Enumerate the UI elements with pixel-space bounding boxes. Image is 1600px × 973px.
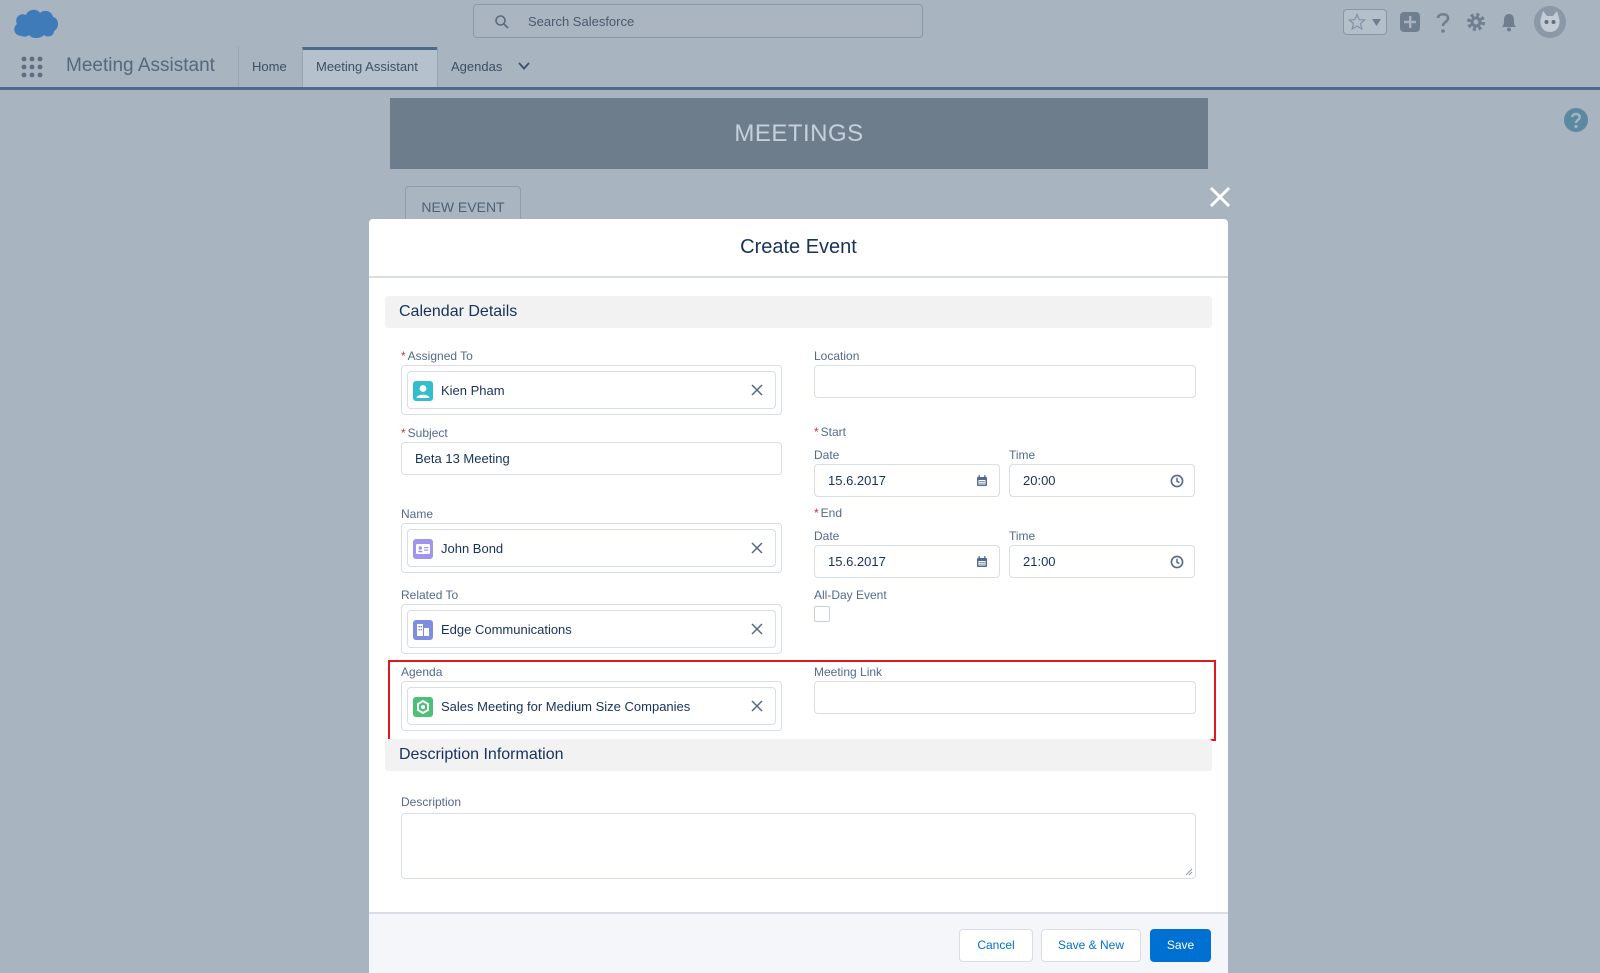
assigned-to-lookup[interactable]: Kien Pham [401, 365, 782, 415]
required-marker: * [814, 425, 819, 439]
start-label: * Start [814, 425, 846, 439]
calendar-icon[interactable] [975, 474, 989, 488]
meetings-banner: MEETINGS [390, 98, 1208, 169]
related-to-lookup[interactable]: Edge Communications [401, 604, 782, 654]
tab-label: Home [252, 59, 287, 74]
agenda-label: Agenda [401, 665, 443, 679]
name-label: Name [401, 507, 434, 521]
section-description-information: Description Information [385, 739, 1212, 771]
meeting-link-input[interactable] [814, 681, 1196, 714]
chevron-down-icon [1372, 19, 1381, 26]
required-marker: * [401, 426, 406, 440]
modal-footer: Cancel Save & New Save [369, 912, 1228, 973]
remove-icon[interactable] [749, 621, 765, 637]
gear-icon[interactable] [1464, 10, 1488, 34]
label-text: End [820, 506, 843, 520]
required-marker: * [814, 506, 819, 520]
tab-label: Meeting Assistant [316, 59, 418, 74]
section-calendar-details: Calendar Details [385, 296, 1212, 328]
cancel-button[interactable]: Cancel [959, 929, 1033, 962]
agenda-icon [413, 697, 433, 717]
required-marker: * [401, 349, 406, 363]
agenda-lookup[interactable]: Sales Meeting for Medium Size Companies [401, 681, 782, 731]
notification-bell-icon[interactable] [1497, 10, 1521, 34]
description-label: Description [401, 795, 462, 809]
start-date-input[interactable]: 15.6.2017 [814, 464, 1000, 497]
clock-icon[interactable] [1170, 555, 1184, 569]
related-to-label: Related To [401, 588, 459, 602]
pill-label: Kien Pham [441, 383, 505, 398]
subject-input[interactable]: Beta 13 Meeting [401, 442, 782, 475]
name-lookup[interactable]: John Bond [401, 523, 782, 573]
global-header: Search Salesforce [0, 0, 1600, 46]
subject-label: * Subject [401, 426, 448, 440]
tab-label: Agendas [451, 59, 503, 74]
close-icon[interactable] [1207, 184, 1233, 210]
start-time-value: 20:00 [1023, 473, 1056, 488]
chevron-down-icon[interactable] [518, 61, 530, 71]
start-time-input[interactable]: 20:00 [1009, 464, 1195, 497]
start-date-label: Date [814, 448, 840, 462]
plus-icon[interactable] [1398, 10, 1422, 34]
label-text: Subject [407, 426, 448, 440]
tab-agendas[interactable]: Agendas [437, 47, 537, 87]
clock-icon[interactable] [1170, 474, 1184, 488]
tab-meeting-assistant[interactable]: Meeting Assistant [302, 47, 437, 87]
calendar-icon[interactable] [975, 555, 989, 569]
search-input[interactable]: Search Salesforce [528, 14, 634, 29]
meeting-link-label: Meeting Link [814, 665, 883, 679]
all-day-checkbox[interactable] [814, 606, 830, 622]
account-icon [413, 620, 433, 640]
end-date-input[interactable]: 15.6.2017 [814, 545, 1000, 578]
end-time-value: 21:00 [1023, 554, 1056, 569]
remove-icon[interactable] [749, 540, 765, 556]
location-input[interactable] [814, 365, 1196, 398]
modal-title: Create Event [369, 219, 1228, 278]
favorites-button[interactable] [1343, 9, 1387, 35]
star-icon [1348, 13, 1366, 31]
app-name: Meeting Assistant [66, 55, 215, 76]
global-search[interactable]: Search Salesforce [473, 4, 923, 38]
pill-label: John Bond [441, 541, 504, 556]
location-label: Location [814, 349, 860, 363]
pill-label: Edge Communications [441, 622, 572, 637]
end-date-label: Date [814, 529, 840, 543]
end-time-input[interactable]: 21:00 [1009, 545, 1195, 578]
search-icon [495, 15, 509, 29]
start-time-label: Time [1009, 448, 1036, 462]
remove-icon[interactable] [749, 382, 765, 398]
resize-handle-icon[interactable] [1185, 868, 1193, 876]
label-text: Start [820, 425, 847, 439]
user-avatar[interactable] [1534, 6, 1566, 38]
end-label: * End [814, 506, 842, 520]
label-text: Assigned To [407, 349, 473, 363]
assigned-to-pill[interactable]: Kien Pham [407, 371, 776, 409]
description-textarea[interactable] [401, 813, 1196, 879]
help-circle-icon[interactable] [1563, 107, 1589, 133]
start-date-value: 15.6.2017 [828, 473, 886, 488]
save-button[interactable]: Save [1150, 929, 1211, 962]
avatar-icon [1534, 6, 1566, 38]
app-navigation-bar: Meeting Assistant Home Meeting Assistant… [0, 47, 1600, 90]
tab-home[interactable]: Home [238, 47, 302, 87]
save-and-new-button[interactable]: Save & New [1041, 929, 1141, 962]
name-pill[interactable]: John Bond [407, 529, 776, 567]
create-event-modal: Create Event Calendar Details * Assigned … [369, 219, 1228, 973]
contact-icon [413, 539, 433, 559]
assigned-to-label: * Assigned To [401, 349, 473, 363]
end-date-value: 15.6.2017 [828, 554, 886, 569]
all-day-label: All-Day Event [814, 588, 887, 602]
agenda-pill[interactable]: Sales Meeting for Medium Size Companies [407, 687, 776, 725]
pill-label: Sales Meeting for Medium Size Companies [441, 699, 691, 714]
help-icon[interactable] [1431, 10, 1455, 34]
end-time-label: Time [1009, 529, 1036, 543]
related-to-pill[interactable]: Edge Communications [407, 610, 776, 648]
remove-icon[interactable] [749, 698, 765, 714]
user-icon [413, 381, 433, 401]
salesforce-logo[interactable] [12, 6, 60, 40]
app-launcher-icon[interactable] [21, 56, 43, 78]
